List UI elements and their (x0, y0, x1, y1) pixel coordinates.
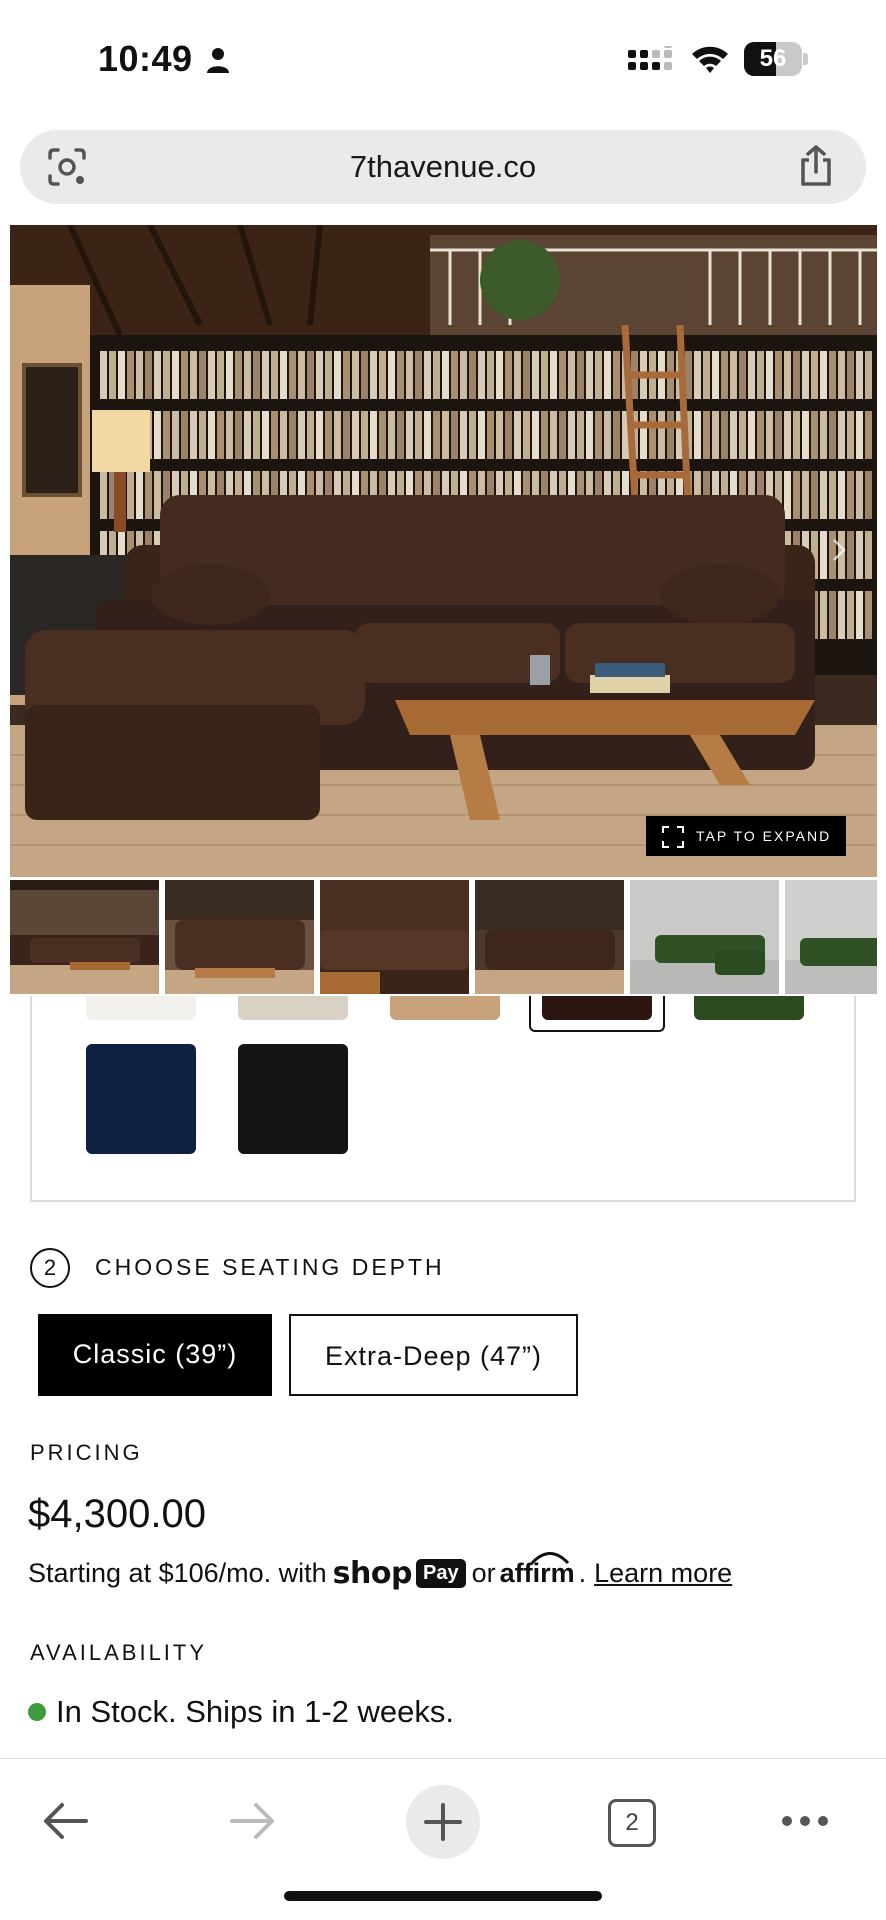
swatch-oatmeal[interactable] (238, 996, 348, 1020)
swatch-black[interactable] (238, 1044, 348, 1154)
battery-level: 56 (759, 45, 787, 72)
tab-switcher-button[interactable]: 2 (608, 1799, 656, 1847)
forward-arrow-icon[interactable] (228, 1799, 278, 1843)
status-time: 10:49 (98, 38, 193, 79)
seating-depth-title: CHOOSE SEATING DEPTH (95, 1254, 445, 1280)
thumbnail-5[interactable] (630, 880, 779, 994)
tap-to-expand-button[interactable]: TAP TO EXPAND (646, 816, 846, 856)
back-arrow-icon[interactable] (40, 1799, 90, 1843)
url-text[interactable]: 7thavenue.co (20, 130, 866, 204)
swatch-olive[interactable] (694, 996, 804, 1020)
product-hero-image[interactable]: TAP TO EXPAND (10, 225, 877, 877)
availability-label: AVAILABILITY (30, 1640, 208, 1665)
swatch-cream[interactable] (86, 996, 196, 1020)
step-number: 2 (30, 1248, 70, 1288)
plus-icon (424, 1803, 462, 1841)
signal-icon (628, 46, 672, 70)
swatch-camel[interactable] (390, 996, 500, 1020)
financing-period: . (578, 1558, 587, 1588)
shop-word: shop (332, 1556, 413, 1591)
pay-badge: Pay (415, 1559, 466, 1588)
home-indicator (284, 1891, 602, 1901)
extra-deep-depth-button[interactable]: Extra-Deep (47”) (289, 1314, 578, 1396)
swatch-chocolate[interactable] (542, 996, 652, 1020)
price: $4,300.00 (28, 1492, 206, 1536)
learn-more-link[interactable]: Learn more (594, 1558, 732, 1589)
expand-icon (662, 826, 684, 848)
status-bar: 10:49 56 (0, 0, 886, 120)
pricing-label: PRICING (30, 1440, 143, 1465)
classic-depth-button[interactable]: Classic (39”) (38, 1314, 272, 1396)
share-icon[interactable] (796, 144, 836, 188)
person-icon (207, 48, 229, 73)
availability-text: In Stock. Ships in 1-2 weeks. (56, 1694, 455, 1729)
thumbnail-strip[interactable] (10, 880, 877, 994)
wifi-icon (692, 46, 728, 73)
thumbnail-2[interactable] (165, 880, 314, 994)
or-word: or (471, 1558, 496, 1588)
more-options-icon[interactable] (780, 1811, 830, 1831)
thumbnail-1[interactable] (10, 880, 159, 994)
shop-pay-logo: shop Pay (333, 1556, 466, 1591)
battery-icon: 56 (744, 42, 808, 76)
financing-prefix: Starting at $106/mo. with (28, 1558, 327, 1588)
color-options-panel (30, 996, 856, 1202)
swatch-navy[interactable] (86, 1044, 196, 1154)
browser-toolbar: 2 (0, 1758, 886, 1920)
affirm-logo: affirm (500, 1552, 575, 1589)
affirm-arc-icon (530, 1552, 569, 1564)
next-image-chevron-icon[interactable] (831, 537, 847, 563)
in-stock-dot-icon (28, 1703, 46, 1721)
address-bar[interactable]: 7thavenue.co (20, 130, 866, 204)
thumbnail-6[interactable] (785, 880, 877, 994)
thumbnail-3[interactable] (320, 880, 469, 994)
sofa-room-photo (10, 225, 877, 877)
thumbnail-4[interactable] (475, 880, 624, 994)
expand-label: TAP TO EXPAND (696, 828, 832, 844)
availability-status: In Stock. Ships in 1-2 weeks. (28, 1694, 454, 1730)
financing-text: Starting at $106/mo. with shop Pay or af… (28, 1552, 732, 1591)
new-tab-button[interactable] (406, 1785, 480, 1859)
